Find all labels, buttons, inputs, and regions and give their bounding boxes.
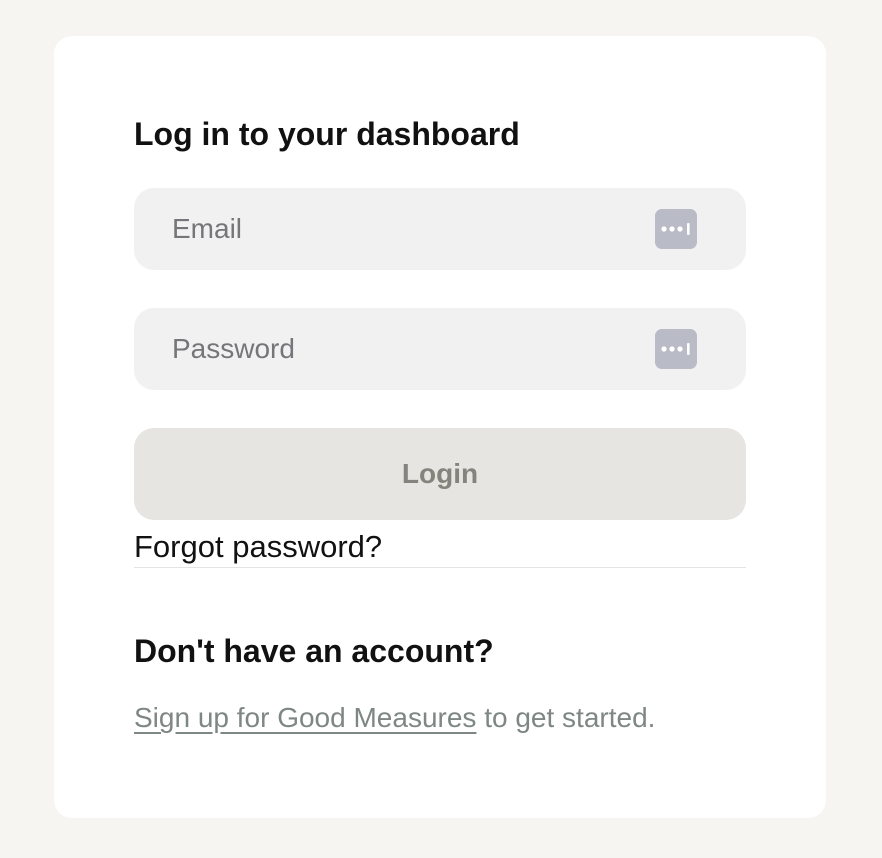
password-manager-icon[interactable] [655, 329, 697, 369]
page-title: Log in to your dashboard [134, 116, 520, 152]
login-button[interactable]: Login [134, 428, 746, 520]
email-field-container[interactable] [134, 188, 746, 270]
dots-icon [661, 223, 690, 235]
password-manager-icon[interactable] [655, 209, 697, 249]
password-field-container[interactable] [134, 308, 746, 390]
divider [134, 567, 746, 568]
forgot-password-link[interactable]: Forgot password? [134, 526, 382, 568]
signup-heading: Don't have an account? [134, 633, 494, 669]
password-field[interactable] [172, 308, 632, 390]
signup-text: Sign up for Good Measures to get started… [134, 698, 655, 738]
signup-trailing-text: to get started. [476, 702, 656, 733]
login-card: Log in to your dashboard Login Forgot pa… [54, 36, 826, 818]
dots-icon [661, 343, 690, 355]
signup-link[interactable]: Sign up for Good Measures [134, 702, 476, 733]
email-field[interactable] [172, 188, 632, 270]
